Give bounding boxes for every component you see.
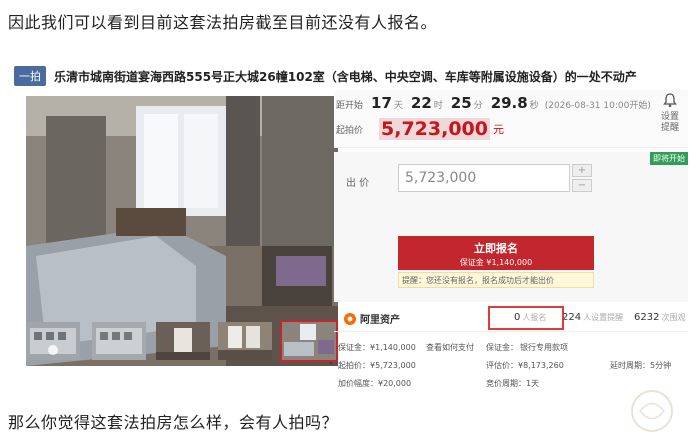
bid-amount-input[interactable]: 5,723,000 xyxy=(398,164,570,192)
start-price-unit: 元 xyxy=(493,123,504,136)
views-stat: 6232 次围观 xyxy=(634,312,685,323)
bid-label: 出 价 xyxy=(346,178,370,189)
countdown-label: 距开始 xyxy=(336,101,364,111)
cycle-detail: 竞价周期：1天 xyxy=(486,379,540,388)
thumbnail-3[interactable] xyxy=(156,322,210,360)
coming-soon-badge: 即将开始 xyxy=(650,152,688,165)
brand-name: 阿里资产 xyxy=(360,315,400,326)
delay-detail: 延时周期：5分钟 xyxy=(610,361,672,370)
views-label: 次围观 xyxy=(661,313,686,322)
listing-header: 一拍 乐清市城南街道宴海西路555号正大城26幢102室（含电梯、中央空调、车库… xyxy=(14,66,686,86)
countdown-hours-unit: 时 xyxy=(433,101,443,111)
watermark-logo xyxy=(612,386,692,436)
reminder-label-1: 设置 xyxy=(660,112,679,122)
auction-listing: 一拍 乐清市城南街道宴海西路555号正大城26幢102室（含电梯、中央空调、车库… xyxy=(12,60,688,388)
set-reminder-button[interactable]: 设置 提醒 xyxy=(652,92,688,134)
bell-icon xyxy=(663,93,677,108)
thumbnail-2[interactable] xyxy=(92,322,146,360)
start-price-value: 5,723,000 xyxy=(379,118,490,140)
countdown: 距开始 17 天 22 时 25 分 29.8 秒 (2026-08-31 10… xyxy=(336,94,651,112)
thumbnail-1[interactable] xyxy=(26,322,80,360)
paragraph-intro: 因此我们可以看到目前这套法拍房截至目前还没有人报名。 xyxy=(8,13,438,32)
applicants-highlight-box xyxy=(488,306,564,330)
auction-info-panel: 距开始 17 天 22 时 25 分 29.8 秒 (2026-08-31 10… xyxy=(334,90,688,388)
apply-now-button[interactable]: 立即报名 保证金 ¥1,140,000 xyxy=(398,236,594,270)
pay-method-label: 保证金： xyxy=(486,343,518,352)
bid-increase-button[interactable]: + xyxy=(572,164,592,177)
ali-assets-logo-icon xyxy=(344,312,356,325)
how-to-pay-link[interactable]: 查看如何支付 xyxy=(426,342,474,353)
countdown-seconds: 29.8 xyxy=(490,94,528,112)
reminders-count: 224 xyxy=(562,312,582,323)
increment-detail: 加价幅度：¥20,000 xyxy=(338,379,412,388)
countdown-start-date: (2026-08-31 10:00开始) xyxy=(544,101,651,111)
countdown-days: 17 xyxy=(371,94,392,112)
listing-title[interactable]: 乐清市城南街道宴海西路555号正大城26幢102室（含电梯、中央空调、车库等附属… xyxy=(54,68,637,85)
assessment-detail: 评估价：¥8,173,260 xyxy=(486,361,564,370)
reminders-label: 人设置提醒 xyxy=(583,313,624,322)
brand: 阿里资产 xyxy=(344,311,400,326)
bank-account-link[interactable]: 银行专用款项 xyxy=(520,342,568,353)
countdown-days-unit: 天 xyxy=(393,101,403,111)
auction-round-tag: 一拍 xyxy=(14,66,46,86)
thumbnail-strip xyxy=(26,320,338,362)
bid-decrease-button[interactable]: − xyxy=(572,179,592,192)
countdown-minutes-unit: 分 xyxy=(473,101,483,111)
reminders-stat: 224 人设置提醒 xyxy=(562,312,623,323)
countdown-hours: 22 xyxy=(410,94,432,112)
apply-title: 立即报名 xyxy=(474,241,518,255)
stats-bar: 阿里资产 0 人报名 224 人设置提醒 6232 次围观 xyxy=(334,304,688,332)
start-price: 起拍价 5,723,000 元 xyxy=(336,118,504,140)
auction-timing: 距开始 17 天 22 时 25 分 29.8 秒 (2026-08-31 10… xyxy=(334,90,688,148)
countdown-seconds-unit: 秒 xyxy=(529,101,539,111)
deposit-detail: 保证金：¥1,140,000 xyxy=(338,343,416,352)
paragraph-question: 那么你觉得这套法拍房怎么样，会有人拍吗？ xyxy=(8,413,339,432)
bid-stepper: + − xyxy=(572,164,592,194)
registration-tip: 提醒：您还没有报名，报名成功后才能出价 xyxy=(398,272,594,288)
apply-deposit: 保证金 ¥1,140,000 xyxy=(459,257,533,267)
start-price-detail: 起拍价：¥5,723,000 xyxy=(338,361,416,370)
thumbnail-5-selected[interactable] xyxy=(280,320,338,362)
countdown-minutes: 25 xyxy=(450,94,472,112)
thumbnail-4[interactable] xyxy=(218,322,272,360)
start-price-label: 起拍价 xyxy=(336,125,364,136)
views-count: 6232 xyxy=(634,312,660,323)
reminder-label-2: 提醒 xyxy=(660,123,679,133)
